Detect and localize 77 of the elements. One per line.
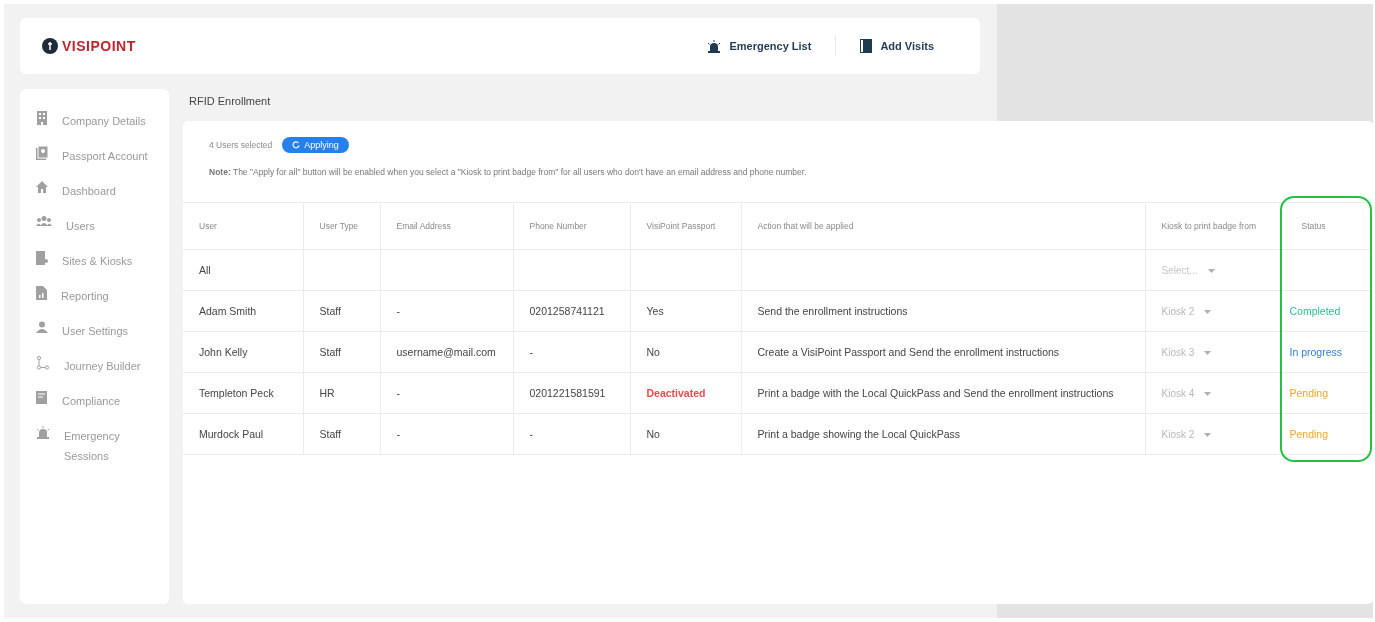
table-cell: Staff (303, 331, 380, 373)
table-cell: Staff (303, 413, 380, 455)
home-icon (36, 181, 48, 193)
sidebar-item[interactable]: Reporting (36, 286, 169, 306)
caret-icon (1204, 432, 1212, 437)
column-header: Email Address (380, 202, 513, 250)
user-icon (36, 321, 48, 335)
status-label: Pending (1289, 428, 1329, 440)
sidebar-item[interactable]: Emergency Sessions (36, 426, 169, 466)
table-cell: - (513, 413, 630, 455)
table-cell: - (380, 413, 513, 455)
compliance-icon (36, 391, 48, 404)
spinner-icon (292, 141, 301, 149)
table-cell: - (380, 290, 513, 332)
column-header: Kiosk to print badge from (1145, 202, 1281, 250)
table-cell: 0201258741121 (513, 290, 630, 332)
siren-icon (36, 426, 50, 439)
table-cell: - (380, 372, 513, 414)
header-action-button[interactable]: Emergency List (683, 39, 836, 53)
table-cell: Staff (303, 290, 380, 332)
caret-icon (1204, 350, 1212, 355)
sidebar-item[interactable]: Compliance (36, 391, 169, 411)
passport-status: Yes (646, 305, 664, 317)
column-header: User (183, 202, 303, 250)
table-cell: Create a VisiPoint Passport and Send the enrollment instructions (741, 331, 1145, 373)
logo-icon (42, 38, 58, 54)
table-cell: 0201221581591 (513, 372, 630, 414)
caret-icon (1207, 268, 1215, 273)
door-icon (860, 39, 873, 53)
sidebar-item[interactable]: Company Details (36, 111, 169, 131)
applying-button[interactable]: Applying (282, 137, 349, 153)
table-cell: Templeton Peck (183, 372, 303, 414)
table-cell: Print a badge with the Local QuickPass and Send the enrollment instructions (741, 372, 1145, 414)
table-cell: HR (303, 372, 380, 414)
siren-icon (707, 39, 722, 53)
table-cell: Print a badge showing the Local QuickPass (741, 413, 1145, 455)
sidebar-item[interactable]: Journey Builder (36, 356, 169, 376)
status-label: Pending (1289, 387, 1329, 399)
sites-icon (36, 251, 48, 265)
column-header: User Type (303, 202, 380, 250)
passport-status: Deactivated (646, 387, 706, 399)
logo-text: VISIPOINT (62, 38, 136, 54)
kiosk-select[interactable]: Kiosk 2 (1161, 429, 1212, 440)
table-cell: Send the enrollment instructions (741, 290, 1145, 332)
table-cell: Murdock Paul (183, 413, 303, 455)
column-header: Status (1281, 202, 1373, 250)
building-icon (36, 111, 48, 125)
header-action-button[interactable]: Add Visits (836, 39, 958, 53)
passport-status: No (646, 428, 660, 440)
kiosk-select[interactable]: Kiosk 3 (1161, 347, 1212, 358)
column-header: VisiPoint Passport (630, 202, 741, 250)
page-title: RFID Enrollment (188, 94, 272, 109)
selection-count: 4 Users selected (209, 140, 273, 150)
column-header: Action that will be applied (741, 202, 1145, 250)
table-cell: John Kelly (183, 331, 303, 373)
passport-status: No (646, 346, 660, 358)
sidebar-item[interactable]: Dashboard (36, 181, 169, 201)
kiosk-select[interactable]: Kiosk 4 (1161, 388, 1212, 399)
status-label: Completed (1289, 305, 1341, 317)
sidebar-item[interactable]: User Settings (36, 321, 169, 341)
passport-icon (36, 146, 48, 160)
table-cell: username@mail.com (380, 331, 513, 373)
table-cell: Adam Smith (183, 290, 303, 332)
report-icon (36, 286, 47, 300)
caret-icon (1204, 309, 1212, 314)
users-icon (36, 216, 52, 226)
status-label: In progress (1289, 346, 1343, 358)
table-cell: - (513, 331, 630, 373)
sidebar-item[interactable]: Users (36, 216, 169, 236)
kiosk-select[interactable]: Kiosk 2 (1161, 306, 1212, 317)
journey-icon (36, 356, 50, 370)
note-text: Note: The "Apply for all" button will be enabled when you select a "Kiosk to print badge from" for all users who don't have an email address and phone number. (209, 167, 808, 177)
caret-icon (1204, 391, 1212, 396)
column-header: Phone Number (513, 202, 630, 250)
table-cell: All (183, 249, 303, 291)
sidebar-item[interactable]: Passport Account (36, 146, 169, 166)
sidebar-item[interactable]: Sites & Kiosks (36, 251, 169, 271)
